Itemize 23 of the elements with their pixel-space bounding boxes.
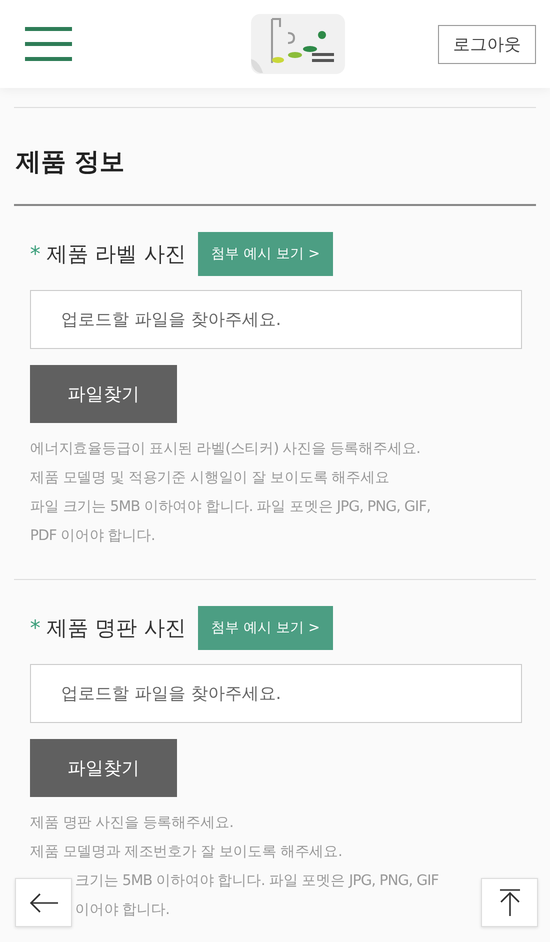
file-input-field[interactable]: 업로드할 파일을 찾아주세요. xyxy=(30,290,522,349)
find-file-button[interactable]: 파일찾기 xyxy=(30,365,177,423)
required-marker: * xyxy=(30,242,40,266)
logo-icon xyxy=(250,13,346,75)
example-button[interactable]: 첨부 예시 보기 > xyxy=(198,606,333,650)
help-text: 제품 명판 사진을 등록해주세요. xyxy=(30,814,234,833)
help-text: 파일 크기는 5MB 이하여야 합니다. 파일 포멧은 JPG, PNG, GIF, xyxy=(30,498,430,517)
field-label: 제품 라벨 사진 xyxy=(46,241,186,268)
file-input-field[interactable]: 업로드할 파일을 찾아주세요. xyxy=(30,664,522,723)
help-text: PDF 이어야 합니다. xyxy=(30,527,155,546)
help-text: 크기는 5MB 이하여야 합니다. 파일 포멧은 JPG, PNG, GIF xyxy=(74,872,439,891)
scroll-top-icon[interactable] xyxy=(481,878,538,927)
help-text: 이어야 합니다. xyxy=(74,901,170,920)
section-title: 제품 정보 xyxy=(16,146,126,178)
required-marker: * xyxy=(30,616,40,640)
help-text: 에너지효율등급이 표시된 라벨(스티커) 사진을 등록해주세요. xyxy=(30,440,420,459)
example-button[interactable]: 첨부 예시 보기 > xyxy=(198,232,333,276)
logout-button[interactable]: 로그아웃 xyxy=(438,24,536,64)
field-label: 제품 명판 사진 xyxy=(46,615,186,642)
find-file-button[interactable]: 파일찾기 xyxy=(30,739,177,797)
help-text: 제품 모델명 및 적용기준 시행일이 잘 보이도록 해주세요 xyxy=(30,469,390,488)
menu-icon[interactable] xyxy=(25,25,73,63)
help-text: 제품 모델명과 제조번호가 잘 보이도록 해주세요. xyxy=(30,843,342,862)
